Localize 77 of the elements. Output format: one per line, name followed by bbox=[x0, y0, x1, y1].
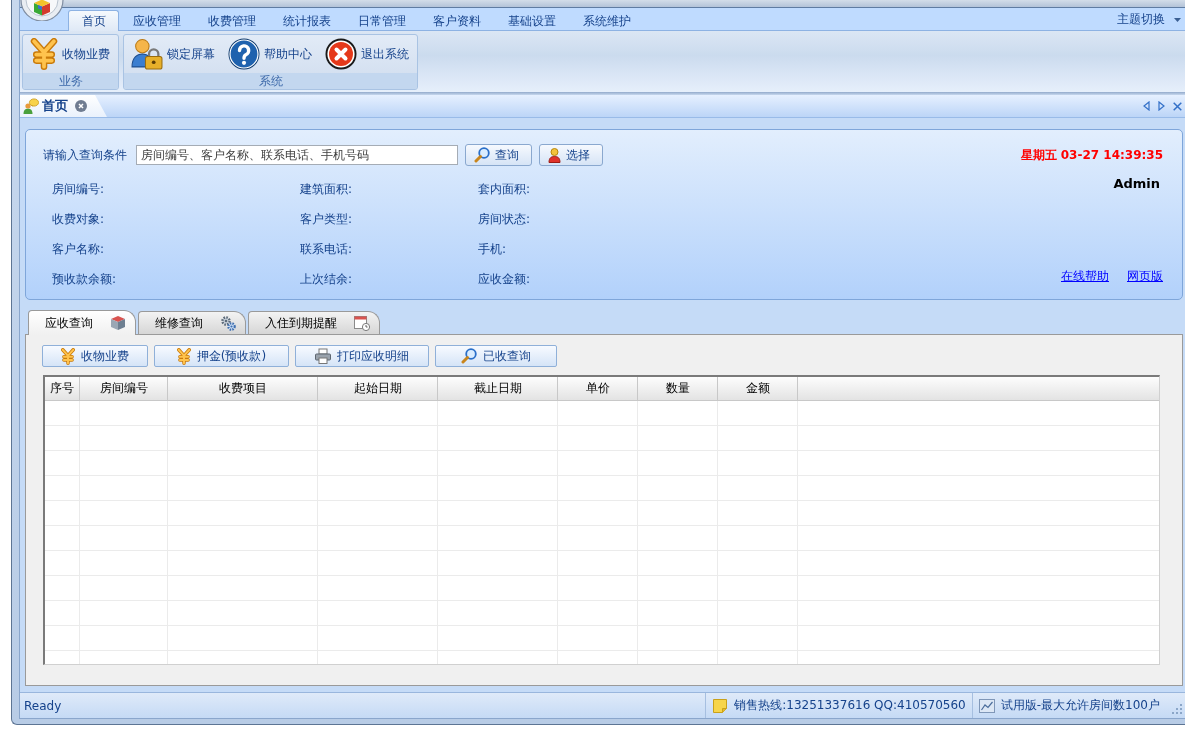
box-icon bbox=[110, 315, 126, 331]
chart-icon bbox=[978, 697, 995, 714]
info-label: 房间编号: bbox=[52, 180, 105, 198]
column-header: 房间编号 bbox=[80, 377, 168, 400]
app-orb-icon[interactable] bbox=[20, 0, 64, 21]
toolbar-button[interactable]: 已收查询 bbox=[435, 345, 557, 367]
status-text: Ready bbox=[24, 698, 63, 713]
info-label: 收费对象: bbox=[52, 210, 105, 228]
ribbon-tab[interactable]: 系统维护 bbox=[569, 10, 644, 31]
close-icon[interactable] bbox=[75, 100, 87, 112]
column-header: 单价 bbox=[558, 377, 638, 400]
calendar-clock-icon bbox=[354, 315, 370, 331]
scroll-left-icon[interactable] bbox=[1143, 101, 1150, 111]
printer-icon bbox=[315, 348, 331, 364]
document-tab[interactable]: 首页 bbox=[20, 95, 107, 117]
info-label: 套内面积: bbox=[478, 180, 531, 198]
exit-icon bbox=[325, 38, 357, 70]
info-label: 联系电话: bbox=[300, 240, 353, 258]
content-tab[interactable]: 维修查询 bbox=[138, 311, 246, 334]
content-tab[interactable]: 应收查询 bbox=[28, 310, 136, 335]
scroll-right-icon[interactable] bbox=[1158, 101, 1165, 111]
resize-grip-icon[interactable] bbox=[1172, 704, 1183, 715]
text-link[interactable]: 网页版 bbox=[1127, 268, 1163, 285]
ribbon-group-label: 系统 bbox=[124, 73, 417, 89]
query-prompt-label: 请输入查询条件 bbox=[43, 146, 127, 164]
info-label: 房间状态: bbox=[478, 210, 531, 228]
search-button[interactable]: 查询 bbox=[465, 144, 532, 166]
ribbon-button[interactable]: 帮助中心 bbox=[224, 36, 317, 72]
yen-icon bbox=[61, 347, 75, 365]
info-label: 预收款余额: bbox=[52, 270, 117, 288]
user-padlock-icon bbox=[131, 38, 163, 70]
help-icon bbox=[228, 38, 260, 70]
info-label: 上次结余: bbox=[300, 270, 353, 288]
ribbon-tab[interactable]: 客户资料 bbox=[419, 10, 494, 31]
column-header: 截止日期 bbox=[438, 377, 558, 400]
select-button[interactable]: 选择 bbox=[539, 144, 603, 166]
toolbar-button[interactable]: 押金(预收款) bbox=[154, 345, 289, 367]
toolbar-button[interactable]: 打印应收明细 bbox=[295, 345, 429, 367]
info-label: 客户类型: bbox=[300, 210, 353, 228]
gears-icon bbox=[220, 315, 236, 331]
yen-icon bbox=[30, 38, 58, 70]
info-label: 手机: bbox=[478, 240, 507, 258]
ribbon-button[interactable]: 退出系统 bbox=[321, 36, 414, 72]
column-header: 收费项目 bbox=[168, 377, 318, 400]
caret-icon bbox=[1174, 17, 1181, 22]
column-header: 数量 bbox=[638, 377, 718, 400]
ribbon-tab[interactable]: 基础设置 bbox=[494, 10, 569, 31]
user-name-text: Admin bbox=[1113, 176, 1160, 191]
text-link[interactable]: 在线帮助 bbox=[1061, 268, 1109, 285]
ribbon-tab[interactable]: 收费管理 bbox=[194, 10, 269, 31]
ribbon-button[interactable]: 锁定屏幕 bbox=[127, 36, 220, 72]
close-icon[interactable] bbox=[1173, 101, 1182, 111]
column-header: 序号 bbox=[45, 377, 80, 400]
theme-switch-menu[interactable]: 主题切换 bbox=[1115, 9, 1185, 30]
ribbon-tab[interactable]: 统计报表 bbox=[269, 10, 344, 31]
column-header: 金额 bbox=[718, 377, 798, 400]
toolbar-button[interactable]: 收物业费 bbox=[42, 345, 148, 367]
content-tab[interactable]: 入住到期提醒 bbox=[248, 311, 380, 334]
info-label: 建筑面积: bbox=[300, 180, 353, 198]
note-icon bbox=[712, 697, 729, 714]
ribbon-tab[interactable]: 日常管理 bbox=[344, 10, 419, 31]
user-icon bbox=[548, 147, 561, 163]
users-icon bbox=[23, 98, 39, 114]
ribbon-tab[interactable]: 首页 bbox=[68, 10, 119, 31]
ribbon-tab[interactable]: 应收管理 bbox=[119, 10, 194, 31]
column-header: 起始日期 bbox=[318, 377, 438, 400]
search-icon bbox=[474, 147, 490, 163]
yen-icon bbox=[176, 347, 191, 365]
search-field[interactable]: 房间编号、客户名称、联系电话、手机号码 bbox=[136, 145, 458, 165]
search-icon bbox=[461, 348, 477, 364]
license-text: 试用版-最大允许房间数100户 bbox=[1000, 697, 1160, 714]
info-label: 客户名称: bbox=[52, 240, 105, 258]
ribbon-button[interactable]: 收物业费 bbox=[26, 36, 115, 72]
info-label: 应收金额: bbox=[478, 270, 531, 288]
ribbon-group-label: 业务 bbox=[23, 73, 118, 89]
date-time-text: 星期五 03-27 14:39:35 bbox=[1020, 147, 1163, 164]
hotline-text: 销售热线:13251337616 QQ:410570560 bbox=[734, 697, 966, 714]
